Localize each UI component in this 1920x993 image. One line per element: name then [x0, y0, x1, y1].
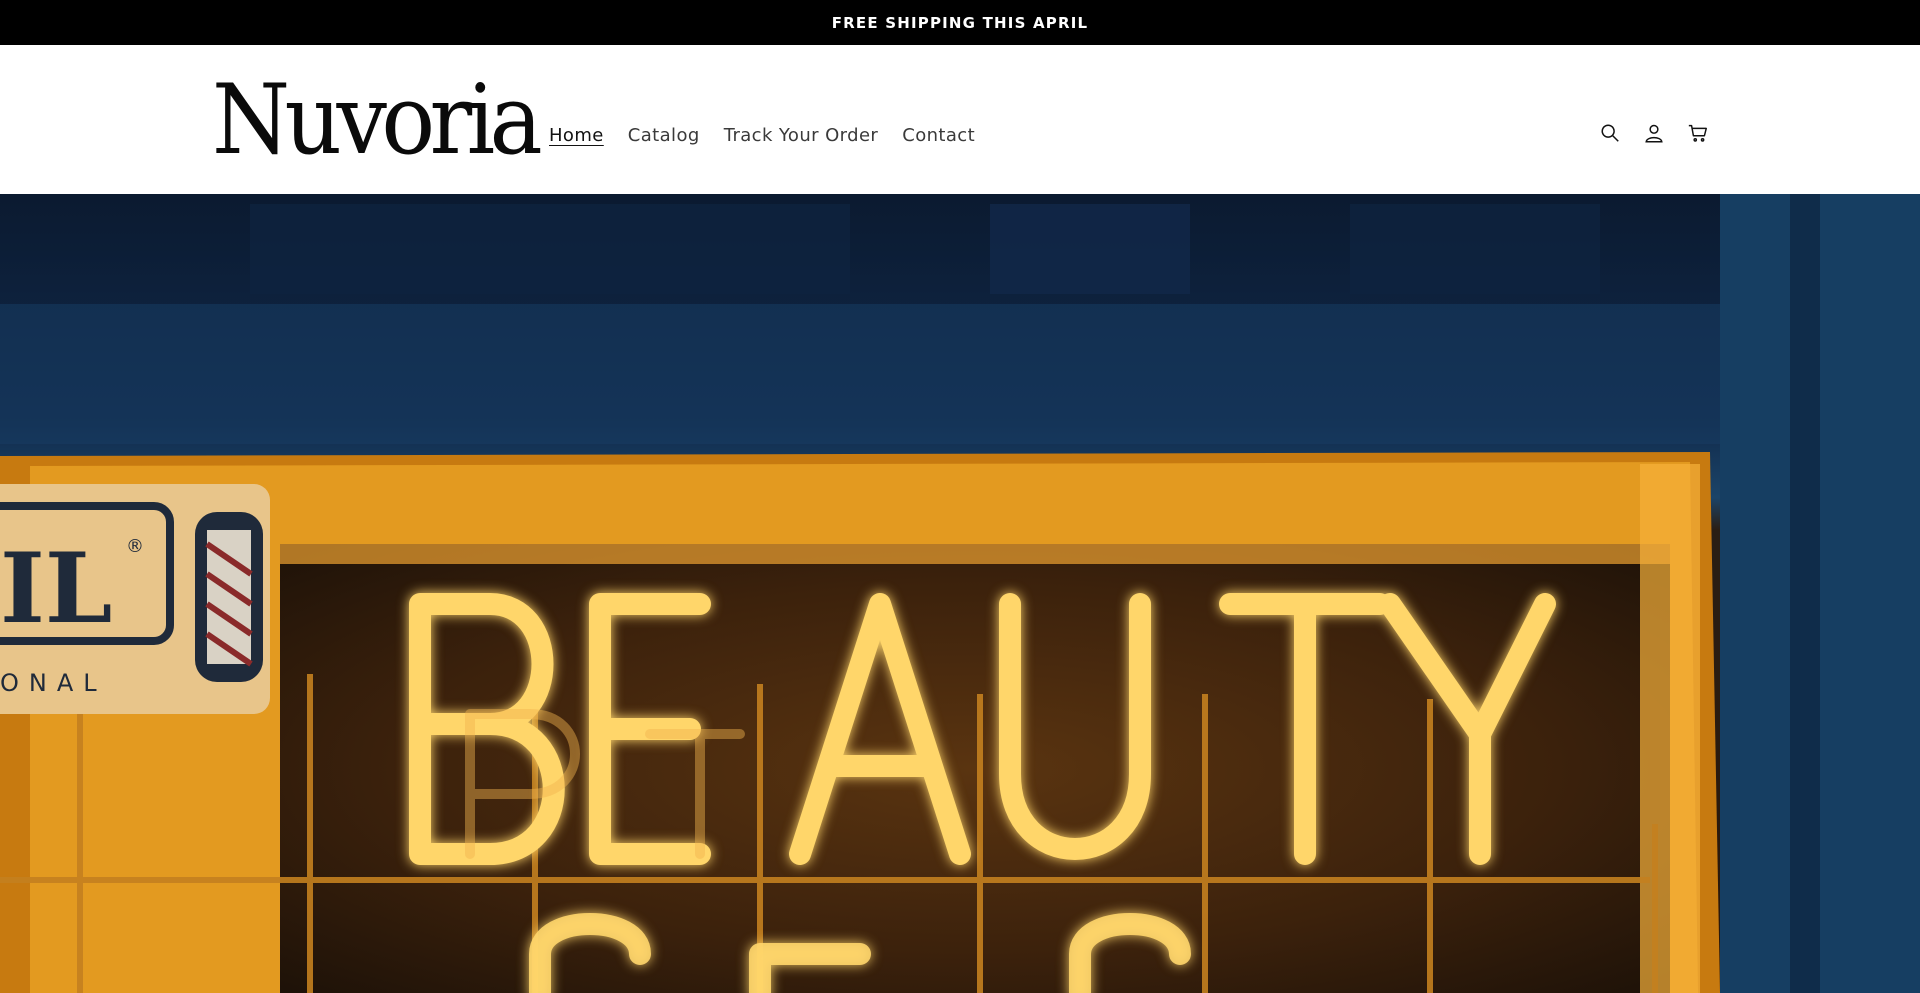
nav-link-contact[interactable]: Contact: [902, 125, 975, 146]
svg-text:ONAL: ONAL: [0, 669, 107, 697]
account-icon[interactable]: [1642, 121, 1666, 145]
nav-link-catalog[interactable]: Catalog: [628, 125, 700, 146]
cart-icon[interactable]: [1686, 121, 1710, 145]
nav-link-home[interactable]: Home: [549, 125, 604, 146]
search-icon[interactable]: [1598, 121, 1622, 145]
hero-image: IL ® ONAL: [0, 194, 1920, 993]
header-icons: [1598, 121, 1710, 145]
announcement-text: FREE SHIPPING THIS APRIL: [831, 13, 1089, 32]
main-nav: Home Catalog Track Your Order Contact: [549, 125, 975, 146]
announcement-bar: FREE SHIPPING THIS APRIL: [0, 0, 1920, 45]
site-header: Nuvoria Home Catalog Track Your Order Co…: [0, 45, 1920, 194]
svg-text:®: ®: [126, 536, 144, 557]
hero-banner[interactable]: IL ® ONAL: [0, 194, 1920, 993]
logo[interactable]: Nuvoria: [212, 70, 543, 170]
svg-text:IL: IL: [0, 532, 112, 645]
nav-link-track-order[interactable]: Track Your Order: [724, 125, 879, 146]
